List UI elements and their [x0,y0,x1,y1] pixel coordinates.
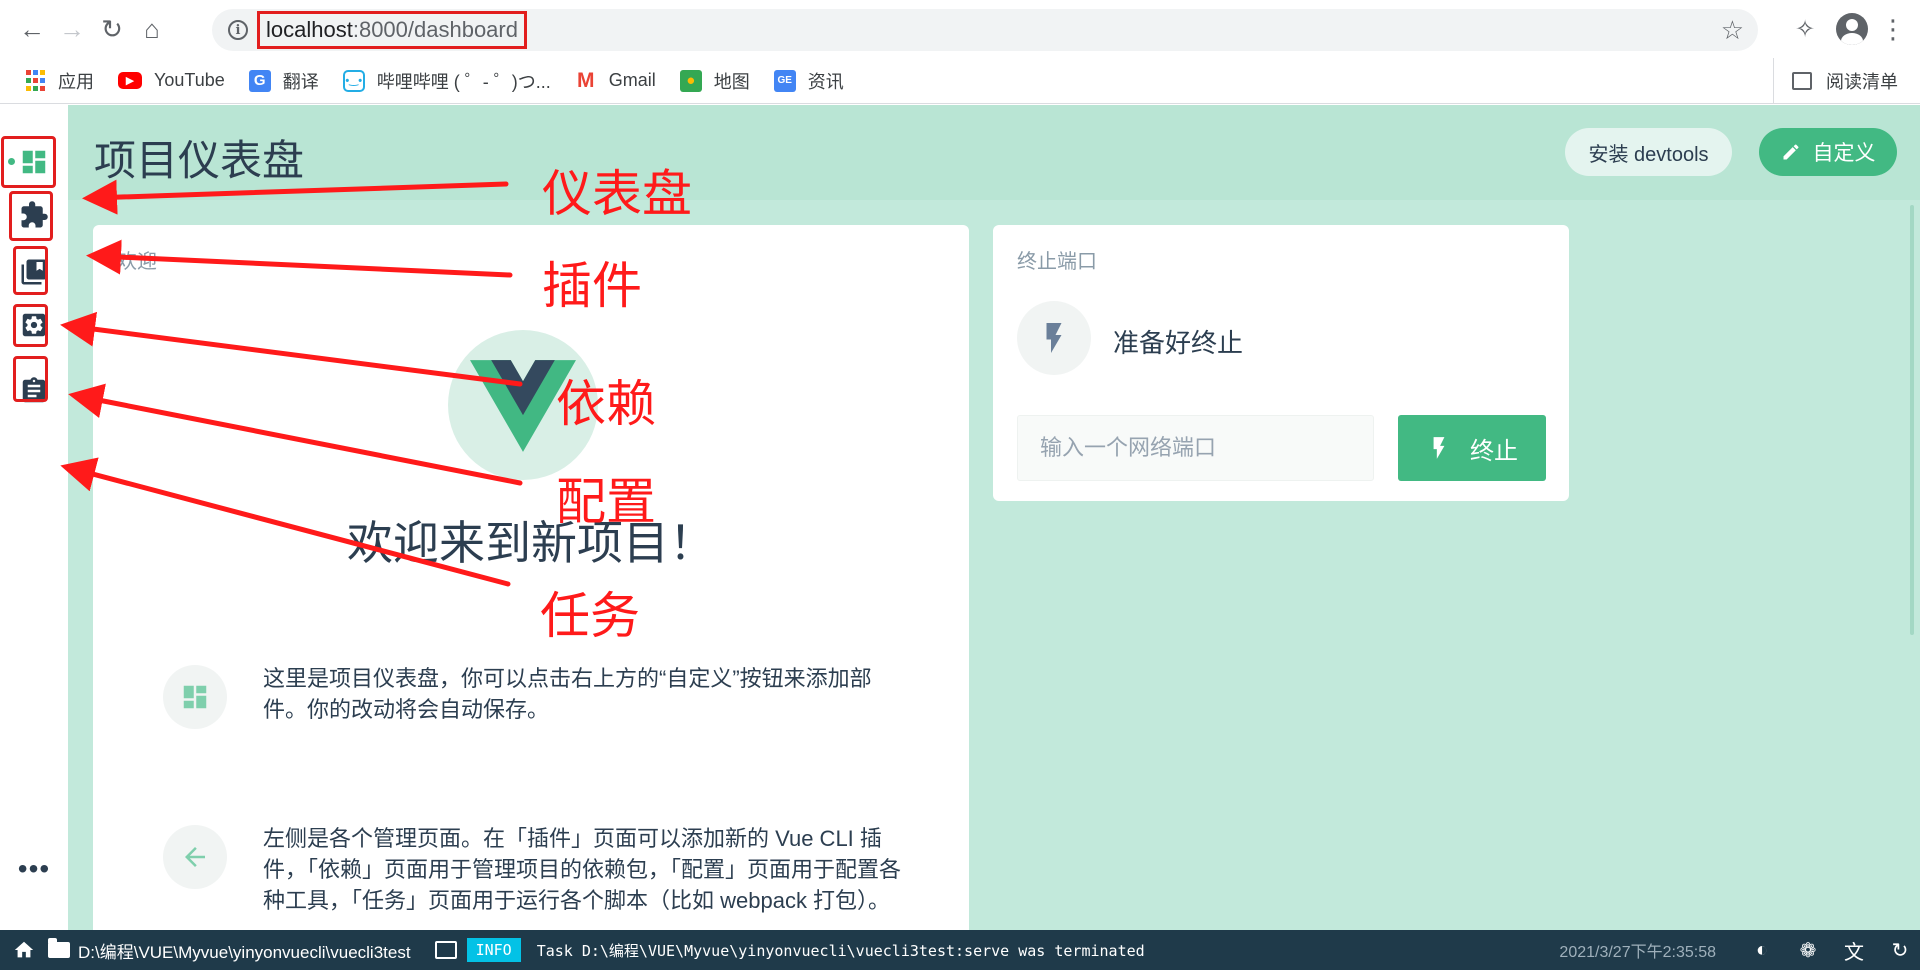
theme-toggle-icon[interactable]: ◐ [1750,939,1774,962]
bookmark-label: Gmail [608,70,656,90]
pencil-icon [1783,144,1799,160]
annotation-label-dashboard: 仪表盘 [542,166,692,222]
bookmark-apps[interactable]: 应用 [24,68,94,94]
log-timestamp: 2021/3/27下午2:35:58 [1559,944,1716,961]
status-bar: D:\编程\VUE\Myvue\yinyonvuecli\vuecli3test… [0,930,1920,970]
widget-title: 终止端口 [1017,251,1097,273]
reading-list-icon [1792,72,1812,90]
bookmarks-bar: 应用 ▶ YouTube G 翻译 •‿• 哔哩哔哩 ( ゜- ゜)つ... M… [0,58,1920,104]
annotation-label-dependencies: 依赖 [556,376,656,432]
log-message[interactable]: Task D:\编程\VUE\Myvue\yinyonvuecli\vuecli… [537,940,1145,961]
news-icon: GE [773,69,796,92]
reload-icon[interactable]: ↻ [92,9,132,49]
bookmark-label: 应用 [58,71,94,92]
welcome-heading: 欢迎来到新项目！ [347,517,715,569]
toolbar-actions: ✧ ⋮ [1784,9,1920,49]
tip-item: 左侧是各个管理页面。在「插件」页面可以添加新的 Vue CLI 插件，「依赖」页… [163,825,903,916]
page-title: 项目仪表盘 [94,137,305,184]
tip-item: 这里是项目仪表盘，你可以点击右上方的“自定义”按钮来添加部件。你的改动将会自动保… [163,665,903,729]
log-level-badge: INFO [466,938,521,962]
log-icon[interactable] [434,941,457,959]
bookmark-label: YouTube [154,70,225,90]
translate-icon: G [248,69,271,92]
tip-text: 这里是项目仪表盘，你可以点击右上方的“自定义”按钮来添加部件。你的改动将会自动保… [263,666,872,722]
annotation-box-configuration [13,304,48,347]
bookmark-gmail[interactable]: M Gmail [575,68,656,92]
youtube-icon: ▶ [118,72,142,89]
port-input[interactable] [1017,415,1374,481]
kill-port-widget: 终止端口 准备好终止 终止 [993,225,1569,501]
browser-menu-icon[interactable]: ⋮ [1878,14,1908,45]
bookmark-youtube[interactable]: ▶ YouTube [118,70,225,91]
folder-icon[interactable] [48,938,70,958]
annotation-box-plugins [9,191,53,241]
back-arrow-icon[interactable]: ← [12,9,52,49]
bilibili-icon: •‿• [342,69,365,92]
project-path[interactable]: D:\编程\VUE\Myvue\yinyonvuecli\vuecli3test [78,938,411,963]
install-devtools-button[interactable]: 安装 devtools [1565,128,1732,176]
bookmark-translate[interactable]: G 翻译 [248,68,319,94]
flash-icon [1433,437,1445,459]
bookmark-news[interactable]: GE 资讯 [773,68,844,94]
widget-title: 欢迎 [117,251,157,273]
bookmark-maps[interactable]: ● 地图 [679,68,750,94]
reading-list-button[interactable]: 阅读清单 [1773,58,1898,104]
profile-avatar-icon[interactable] [1836,13,1868,45]
kill-button[interactable]: 终止 [1398,415,1546,481]
home-icon[interactable] [0,939,48,961]
annotation-label-configuration: 配置 [556,474,656,530]
annotation-box-tasks [13,356,48,402]
site-info-icon[interactable]: i [228,20,248,40]
forward-arrow-icon[interactable]: → [52,9,92,49]
kill-button-label: 终止 [1470,437,1518,465]
customize-label: 自定义 [1812,142,1876,165]
status-actions: ◐ ❁ 文 ↻ [1750,936,1912,965]
bookmark-label: 资讯 [807,71,844,92]
kill-status-text: 准备好终止 [1113,328,1244,358]
home-icon[interactable]: ⌂ [132,9,172,49]
url-host: localhost [266,17,353,42]
bookmark-bilibili[interactable]: •‿• 哔哩哔哩 ( ゜- ゜)つ... [342,68,551,94]
arrow-left-icon [163,825,227,889]
customize-button[interactable]: 自定义 [1759,128,1897,176]
reading-list-label: 阅读清单 [1826,72,1898,92]
tip-text: 左侧是各个管理页面。在「插件」页面可以添加新的 Vue CLI 插件，「依赖」页… [263,826,902,913]
annotation-box-dashboard [1,136,56,188]
bookmark-star-icon[interactable]: ☆ [1721,15,1744,46]
extensions-icon[interactable]: ✧ [1784,15,1826,44]
browser-toolbar: ← → ↻ ⌂ i localhost:8000/dashboard ☆ ✧ ⋮ [0,0,1920,58]
bookmark-label: 地图 [713,71,750,92]
annotation-box-dependencies [13,246,48,295]
language-icon[interactable]: 文 [1842,936,1866,965]
bug-icon[interactable]: ❁ [1796,938,1820,963]
more-icon[interactable]: ••• [0,853,68,885]
address-bar[interactable]: i localhost:8000/dashboard ☆ [212,9,1758,51]
apps-icon [24,70,46,92]
maps-icon: ● [679,69,702,92]
dashboard-icon [163,665,227,729]
flash-icon [1017,301,1091,375]
main-content: 项目仪表盘 安装 devtools 自定义 欢迎 欢迎来到新项目！ 这里是项目仪… [68,105,1920,945]
url-path: :8000/dashboard [352,17,518,42]
url-highlight[interactable]: localhost:8000/dashboard [257,11,527,49]
bookmark-label: 哔哩哔哩 ( ゜- ゜)つ... [376,71,551,92]
refresh-icon[interactable]: ↻ [1888,938,1912,963]
page-scrollbar[interactable] [1910,205,1914,635]
annotation-label-plugins: 插件 [542,258,642,314]
vue-ui-app: ••• 项目仪表盘 安装 devtools 自定义 欢迎 欢迎来到新项目！ 这里… [0,105,1920,945]
gmail-icon: M [576,68,595,92]
sidebar: ••• [0,105,68,930]
bookmark-label: 翻译 [282,71,319,92]
welcome-widget: 欢迎 欢迎来到新项目！ 这里是项目仪表盘，你可以点击右上方的“自定义”按钮来添加… [93,225,969,945]
annotation-label-tasks: 任务 [540,588,640,644]
